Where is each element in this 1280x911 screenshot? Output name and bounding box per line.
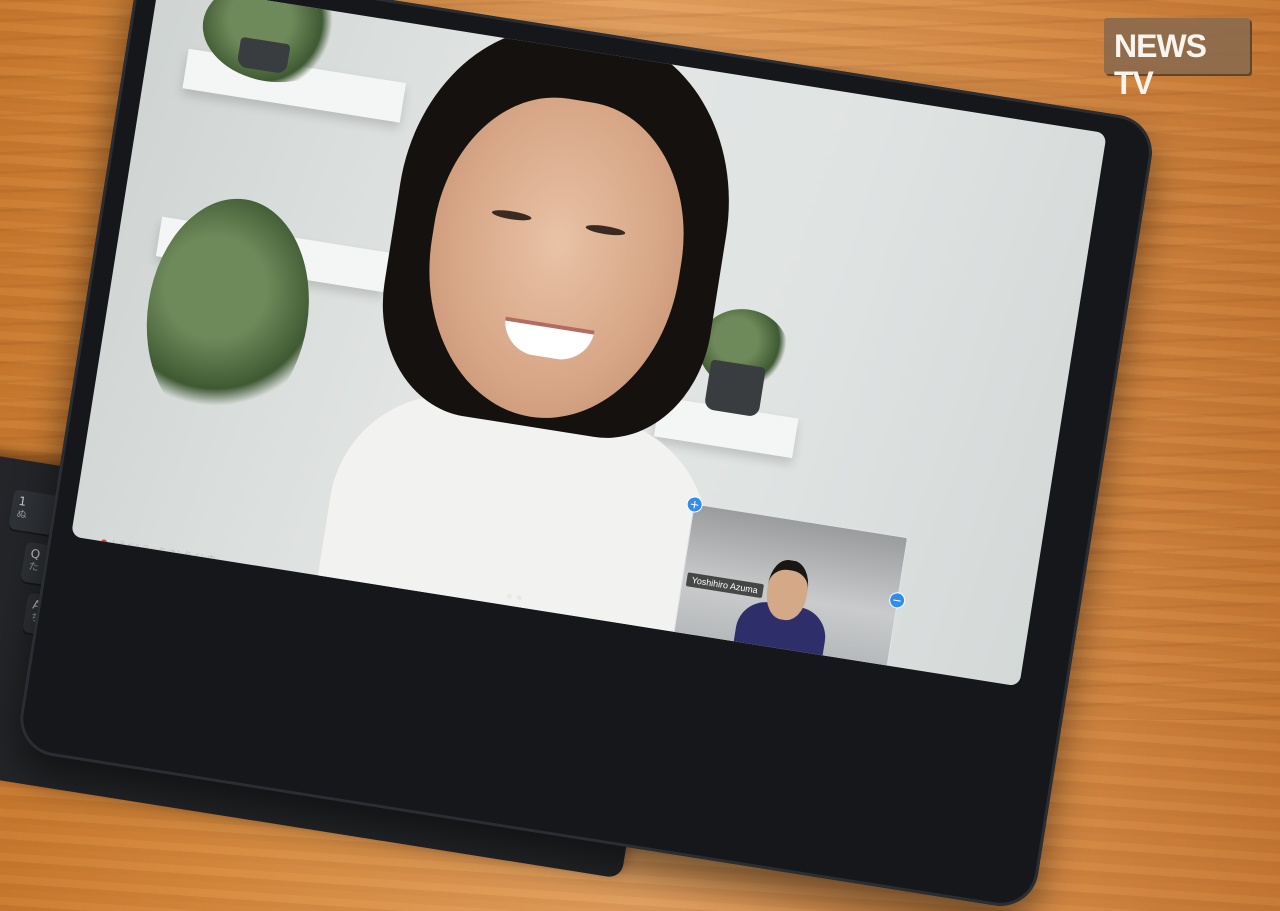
tablet: Yoshihiro Azuma + − ● トラベルテック オンライン中 (14, 0, 1158, 911)
key-label: Q (29, 546, 42, 562)
eye (491, 208, 533, 223)
collapse-icon[interactable]: − (887, 591, 907, 610)
recording-dot-icon: ● (99, 537, 109, 548)
status-text: トラベルテック オンライン中 (109, 538, 216, 565)
page-dot (516, 594, 523, 601)
video-call-screen: Yoshihiro Azuma + − ● トラベルテック オンライン中 (70, 0, 1107, 687)
smile (500, 316, 595, 365)
page-indicator (506, 585, 529, 606)
key-label: 1 (17, 493, 28, 509)
page-dot (506, 593, 513, 600)
logo-text: NEWS TV (1114, 28, 1207, 101)
news-tv-logo: NEWS TV (1104, 18, 1250, 101)
eye (585, 223, 626, 238)
connection-status: ● トラベルテック オンライン中 (100, 536, 216, 565)
pip-video[interactable]: Yoshihiro Azuma + − (673, 495, 909, 668)
pip-participant (732, 553, 837, 662)
